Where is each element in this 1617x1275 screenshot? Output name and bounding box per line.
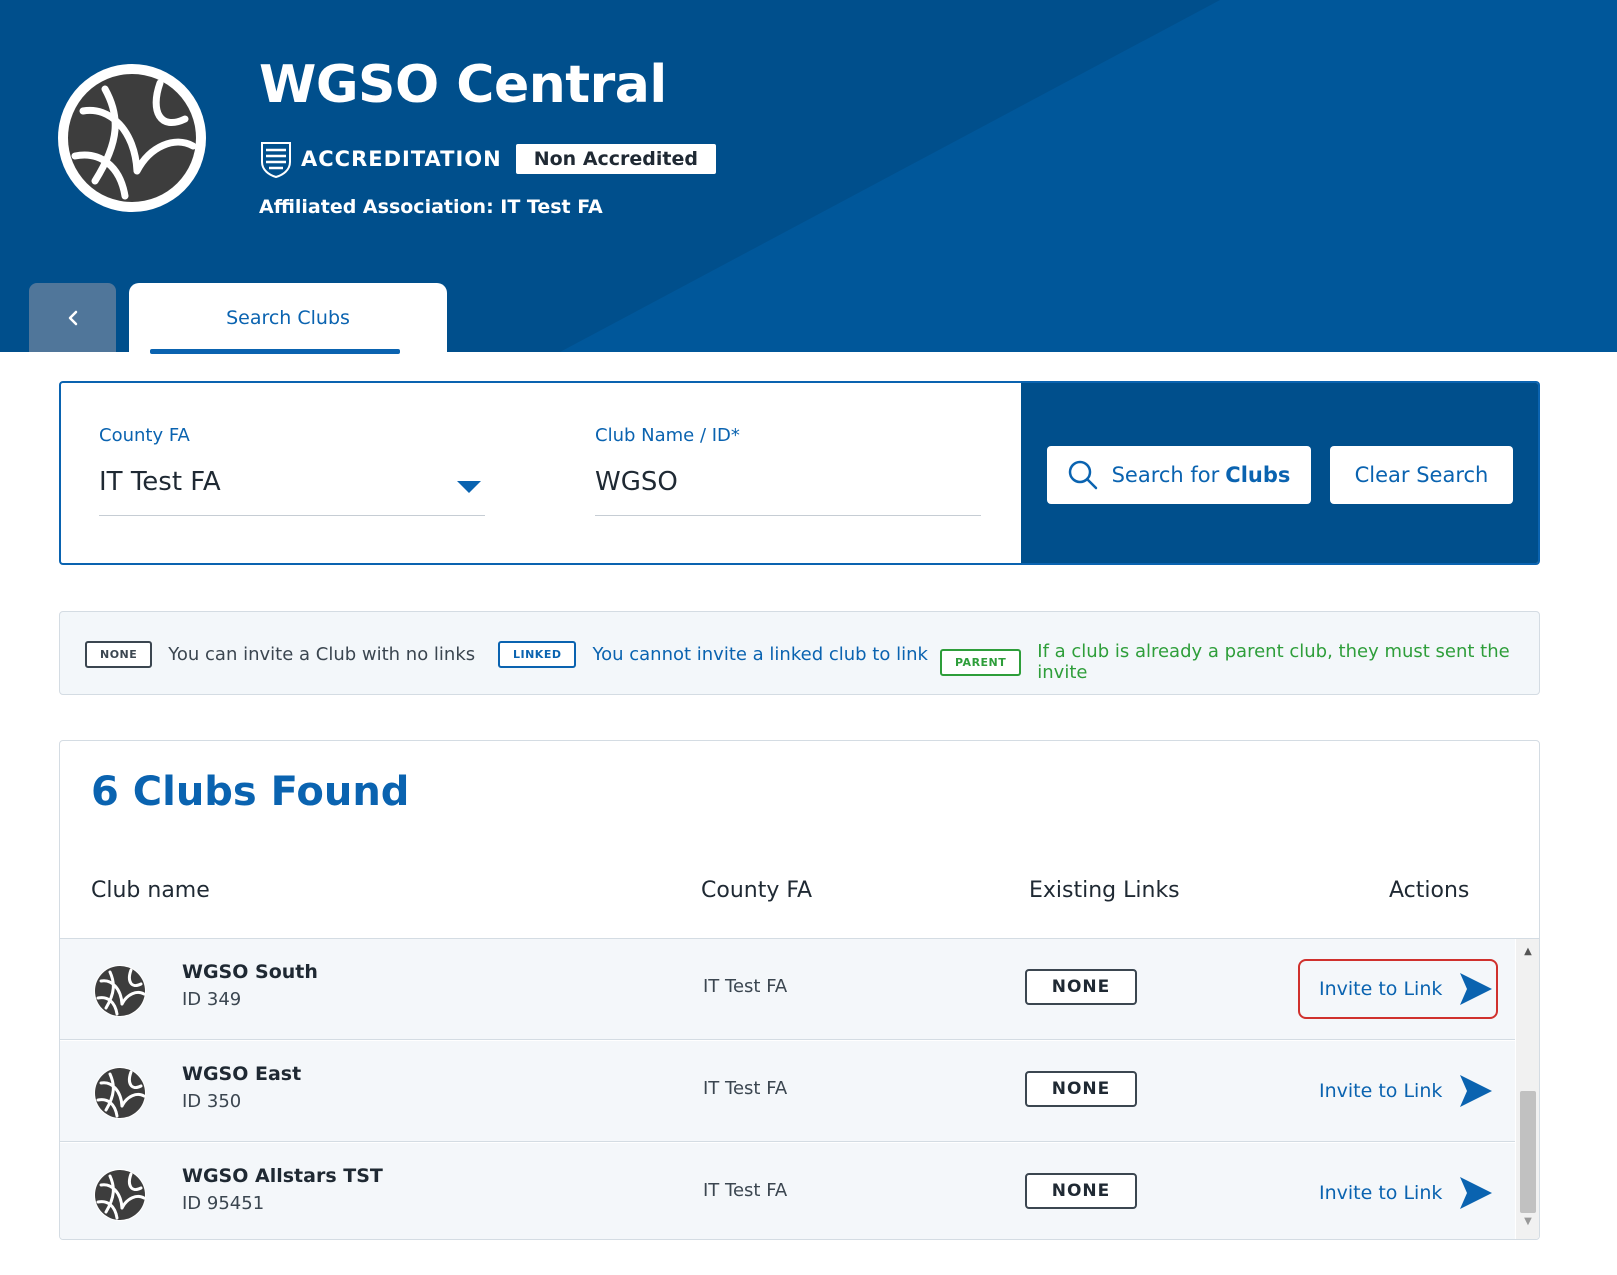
- table-row: WGSO Allstars TST ID 95451 IT Test FA NO…: [60, 1143, 1515, 1239]
- club-id: ID 350: [182, 1091, 242, 1112]
- clear-search-button[interactable]: Clear Search: [1330, 446, 1513, 504]
- football-icon: [94, 1067, 146, 1119]
- link-status-badge: NONE: [1025, 1173, 1137, 1209]
- fa-crest-icon: [261, 142, 291, 178]
- search-actions: Search for Clubs Clear Search: [1021, 383, 1538, 563]
- legend-linked: LINKED You cannot invite a linked club t…: [498, 641, 928, 668]
- results-panel: 6 Clubs Found Club name County FA Existi…: [59, 740, 1540, 1240]
- scroll-down-arrow-icon[interactable]: ▼: [1518, 1211, 1538, 1231]
- football-icon: [94, 965, 146, 1017]
- column-header-existing-links: Existing Links: [1029, 878, 1180, 903]
- club-crest: [58, 64, 206, 212]
- football-icon: [94, 1169, 146, 1221]
- invite-to-link-button[interactable]: Invite to Link: [1298, 1061, 1498, 1121]
- search-button-bold-label: Clubs: [1225, 463, 1291, 487]
- table-row: WGSO East ID 350 IT Test FA NONE Invite …: [60, 1041, 1515, 1142]
- back-tab[interactable]: [29, 283, 116, 352]
- invite-label: Invite to Link: [1319, 978, 1443, 1000]
- scroll-up-arrow-icon[interactable]: ▲: [1518, 941, 1538, 961]
- chevron-left-icon: [68, 310, 77, 325]
- scrolled-heading-fragment: [150, 345, 410, 355]
- invite-to-link-button[interactable]: Invite to Link: [1298, 1163, 1498, 1223]
- link-status-badge: NONE: [1025, 969, 1137, 1005]
- column-header-club-name: Club name: [91, 878, 210, 903]
- invite-label: Invite to Link: [1319, 1080, 1443, 1102]
- invite-to-link-button[interactable]: Invite to Link: [1298, 959, 1498, 1019]
- legend-chip-parent: PARENT: [940, 648, 1022, 676]
- club-name: WGSO Allstars TST: [182, 1165, 383, 1187]
- club-name-underline: [595, 515, 981, 516]
- chevron-down-icon[interactable]: [457, 481, 481, 493]
- club-id: ID 349: [182, 989, 242, 1010]
- football-icon: [68, 74, 197, 202]
- county-fa-select[interactable]: IT Test FA: [99, 467, 221, 497]
- legend-text-parent: If a club is already a parent club, they…: [1037, 641, 1510, 683]
- send-icon: [1460, 973, 1493, 1005]
- club-name-label: Club Name / ID*: [595, 425, 740, 446]
- accreditation-status-badge: Non Accredited: [515, 144, 716, 174]
- club-county: IT Test FA: [703, 1078, 788, 1099]
- column-header-actions: Actions: [1389, 878, 1470, 903]
- tab-search-clubs[interactable]: Search Clubs: [129, 283, 447, 352]
- search-panel: County FA IT Test FA Club Name / ID* WGS…: [59, 381, 1540, 565]
- search-icon: [1068, 460, 1097, 490]
- search-for-clubs-button[interactable]: Search for Clubs: [1047, 446, 1311, 504]
- accreditation-row: ACCREDITATION Non Accredited: [259, 140, 716, 178]
- club-name: WGSO South: [182, 961, 318, 983]
- club-name: WGSO East: [182, 1063, 302, 1085]
- results-count-title: 6 Clubs Found: [91, 769, 410, 815]
- table-row: WGSO South ID 349 IT Test FA NONE Invite…: [60, 939, 1515, 1040]
- club-header: WGSO Central ACCREDITATION Non Accredite…: [0, 0, 1617, 352]
- link-status-badge: NONE: [1025, 1071, 1137, 1107]
- accreditation-label: ACCREDITATION: [301, 147, 502, 171]
- send-icon: [1460, 1177, 1493, 1209]
- legend-text-linked: You cannot invite a linked club to link: [592, 644, 928, 665]
- club-title: WGSO Central: [259, 55, 667, 115]
- affiliated-association: Affiliated Association: IT Test FA: [259, 196, 603, 218]
- club-id: ID 95451: [182, 1193, 265, 1214]
- legend-none: NONE You can invite a Club with no links: [85, 641, 475, 668]
- county-fa-underline: [99, 515, 485, 516]
- send-icon: [1460, 1075, 1493, 1107]
- club-name-input[interactable]: WGSO: [595, 467, 678, 497]
- column-header-county-fa: County FA: [701, 878, 813, 903]
- county-fa-label: County FA: [99, 425, 190, 446]
- legend-chip-none: NONE: [85, 641, 153, 668]
- invite-label: Invite to Link: [1319, 1182, 1443, 1204]
- club-county: IT Test FA: [703, 976, 788, 997]
- legend-parent: PARENT If a club is already a parent clu…: [940, 641, 1539, 683]
- scrollbar-thumb[interactable]: [1520, 1091, 1536, 1213]
- club-county: IT Test FA: [703, 1180, 788, 1201]
- legend-chip-linked: LINKED: [498, 641, 577, 668]
- search-button-label: Search for: [1111, 463, 1220, 487]
- legend-text-none: You can invite a Club with no links: [168, 644, 476, 665]
- link-status-legend: NONE You can invite a Club with no links…: [59, 611, 1540, 695]
